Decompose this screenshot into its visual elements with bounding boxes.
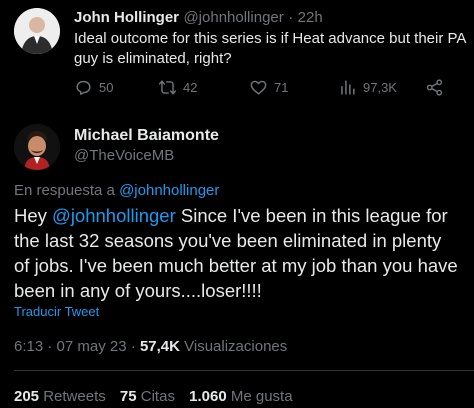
separator-dot: · [47, 338, 53, 355]
tweet-text-line: the last 32 seasons you've been eliminat… [14, 230, 442, 251]
reply-action-share[interactable] [425, 78, 444, 97]
tweet-author-avatar[interactable] [14, 124, 60, 170]
tweet-views-label: Visualizaciones [184, 338, 288, 355]
likes-stat[interactable]: 1.060 Me gusta [189, 388, 292, 405]
reply-action-replies[interactable]: 50 [74, 78, 113, 97]
reply-header: John Hollinger @johnhollinger · 22h [74, 9, 323, 27]
tweet-text: Hey @johnhollinger Since I've been in th… [14, 203, 458, 303]
reply-action-retweets[interactable]: 42 [158, 78, 197, 97]
tweet-greeting: Hey [14, 205, 47, 226]
tweet-author-handle[interactable]: @TheVoiceMB [74, 147, 174, 164]
retweets-stat-label: Retweets [43, 388, 106, 405]
divider [14, 370, 474, 371]
reply-time[interactable]: 22h [298, 9, 323, 26]
share-icon [426, 79, 443, 96]
reply-author-handle[interactable]: @johnhollinger [183, 9, 283, 26]
likes-stat-count: 1.060 [189, 388, 227, 405]
like-icon [250, 80, 267, 95]
retweet-icon [158, 80, 177, 95]
separator-dot: · [288, 9, 294, 26]
person-photo-icon [14, 8, 60, 54]
reply-author-name[interactable]: John Hollinger [74, 9, 179, 26]
retweets-stat[interactable]: 205 Retweets [14, 388, 110, 405]
tweet-meta: 6:13 · 07 may 23 · 57,4K Visualizaciones [14, 338, 287, 355]
tweet-text-line: of jobs. I've been much better at my job… [14, 255, 458, 276]
person-illustration-icon [14, 124, 60, 170]
in-reply-to: En respuesta a @johnhollinger [14, 182, 219, 199]
likes-count: 71 [274, 80, 289, 95]
reply-text: Ideal outcome for this series is if Heat… [74, 29, 466, 69]
tweet-date[interactable]: 07 may 23 [57, 338, 127, 355]
translate-tweet-link[interactable]: Traducir Tweet [14, 304, 99, 319]
reply-action-views[interactable]: 97,3K [338, 78, 397, 97]
reply-icon [76, 80, 91, 95]
quotes-stat-label: Citas [140, 388, 175, 405]
in-reply-to-prefix: En respuesta a [14, 182, 115, 199]
replies-count: 50 [99, 80, 114, 95]
reply-author-avatar[interactable] [14, 8, 60, 54]
views-icon [341, 80, 355, 95]
tweet-author-name[interactable]: Michael Baiamonte [74, 127, 219, 145]
views-count: 97,3K [363, 80, 397, 95]
tweet-stats: 205 Retweets 75 Citas 1.060 Me gusta [14, 388, 293, 406]
quotes-stat-count: 75 [119, 388, 137, 405]
tweet-mention[interactable]: @johnhollinger [52, 205, 176, 226]
separator-dot: · [130, 338, 136, 355]
reply-action-likes[interactable]: 71 [249, 78, 288, 97]
retweets-stat-count: 205 [14, 388, 40, 405]
retweets-count: 42 [183, 80, 198, 95]
reply-text-line: guy is eliminated, right? [74, 50, 232, 67]
quotes-stat[interactable]: 75 Citas [120, 388, 179, 405]
tweet-time[interactable]: 6:13 [14, 338, 43, 355]
likes-stat-label: Me gusta [230, 388, 293, 405]
in-reply-to-mention[interactable]: @johnhollinger [119, 182, 219, 199]
tweet-text-line: Hey @johnhollinger Since I've been in th… [14, 203, 458, 228]
tweet-views-count: 57,4K [139, 338, 180, 355]
reply-text-line: Ideal outcome for this series is if Heat… [74, 30, 467, 47]
tweet-text-segment: Since I've been in this league for [180, 205, 448, 226]
tweet-text-line: been in any of yours....loser!!!! [14, 280, 262, 301]
